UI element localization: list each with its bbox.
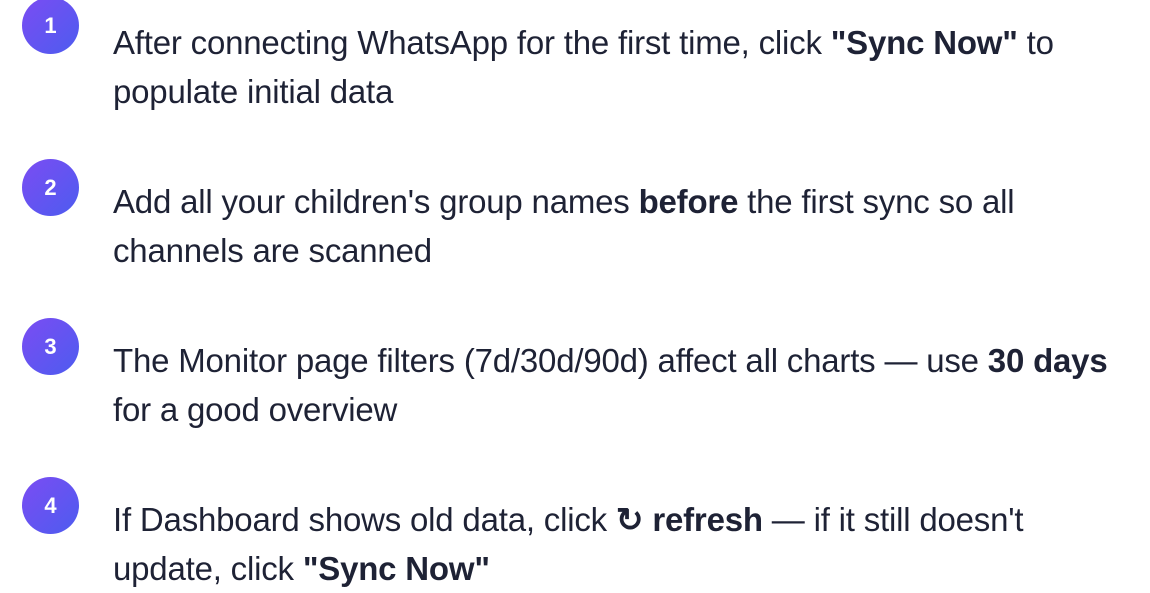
tip-text-part: Add all your children's group names <box>113 183 639 220</box>
tip-text-part: for a good overview <box>113 391 398 428</box>
step-number-badge: 3 <box>22 318 79 375</box>
tip-text-part: After connecting WhatsApp for the first … <box>113 24 831 61</box>
tip-emphasis: 30 days <box>987 342 1108 379</box>
step-number-badge: 1 <box>22 0 79 54</box>
tip-text-part: The Monitor page filters (7d/30d/90d) af… <box>113 342 988 379</box>
step-number-badge: 4 <box>22 477 79 534</box>
refresh-icon: ↻ <box>615 501 644 538</box>
tip-text: The Monitor page filters (7d/30d/90d) af… <box>113 336 1138 434</box>
tip-emphasis: "Sync Now" <box>302 550 490 587</box>
tip-text: After connecting WhatsApp for the first … <box>113 18 1138 116</box>
tip-text: Add all your children's group names befo… <box>113 177 1138 275</box>
tip-text-part: If Dashboard shows old data, click <box>113 501 616 538</box>
tip-emphasis: "Sync Now" <box>830 24 1018 61</box>
tip-emphasis: before <box>638 183 739 220</box>
tip-text: If Dashboard shows old data, click ↻ ref… <box>113 495 1138 593</box>
step-number-badge: 2 <box>22 159 79 216</box>
tip-emphasis: refresh <box>643 501 763 538</box>
tips-list: 1 After connecting WhatsApp for the firs… <box>0 0 1150 587</box>
